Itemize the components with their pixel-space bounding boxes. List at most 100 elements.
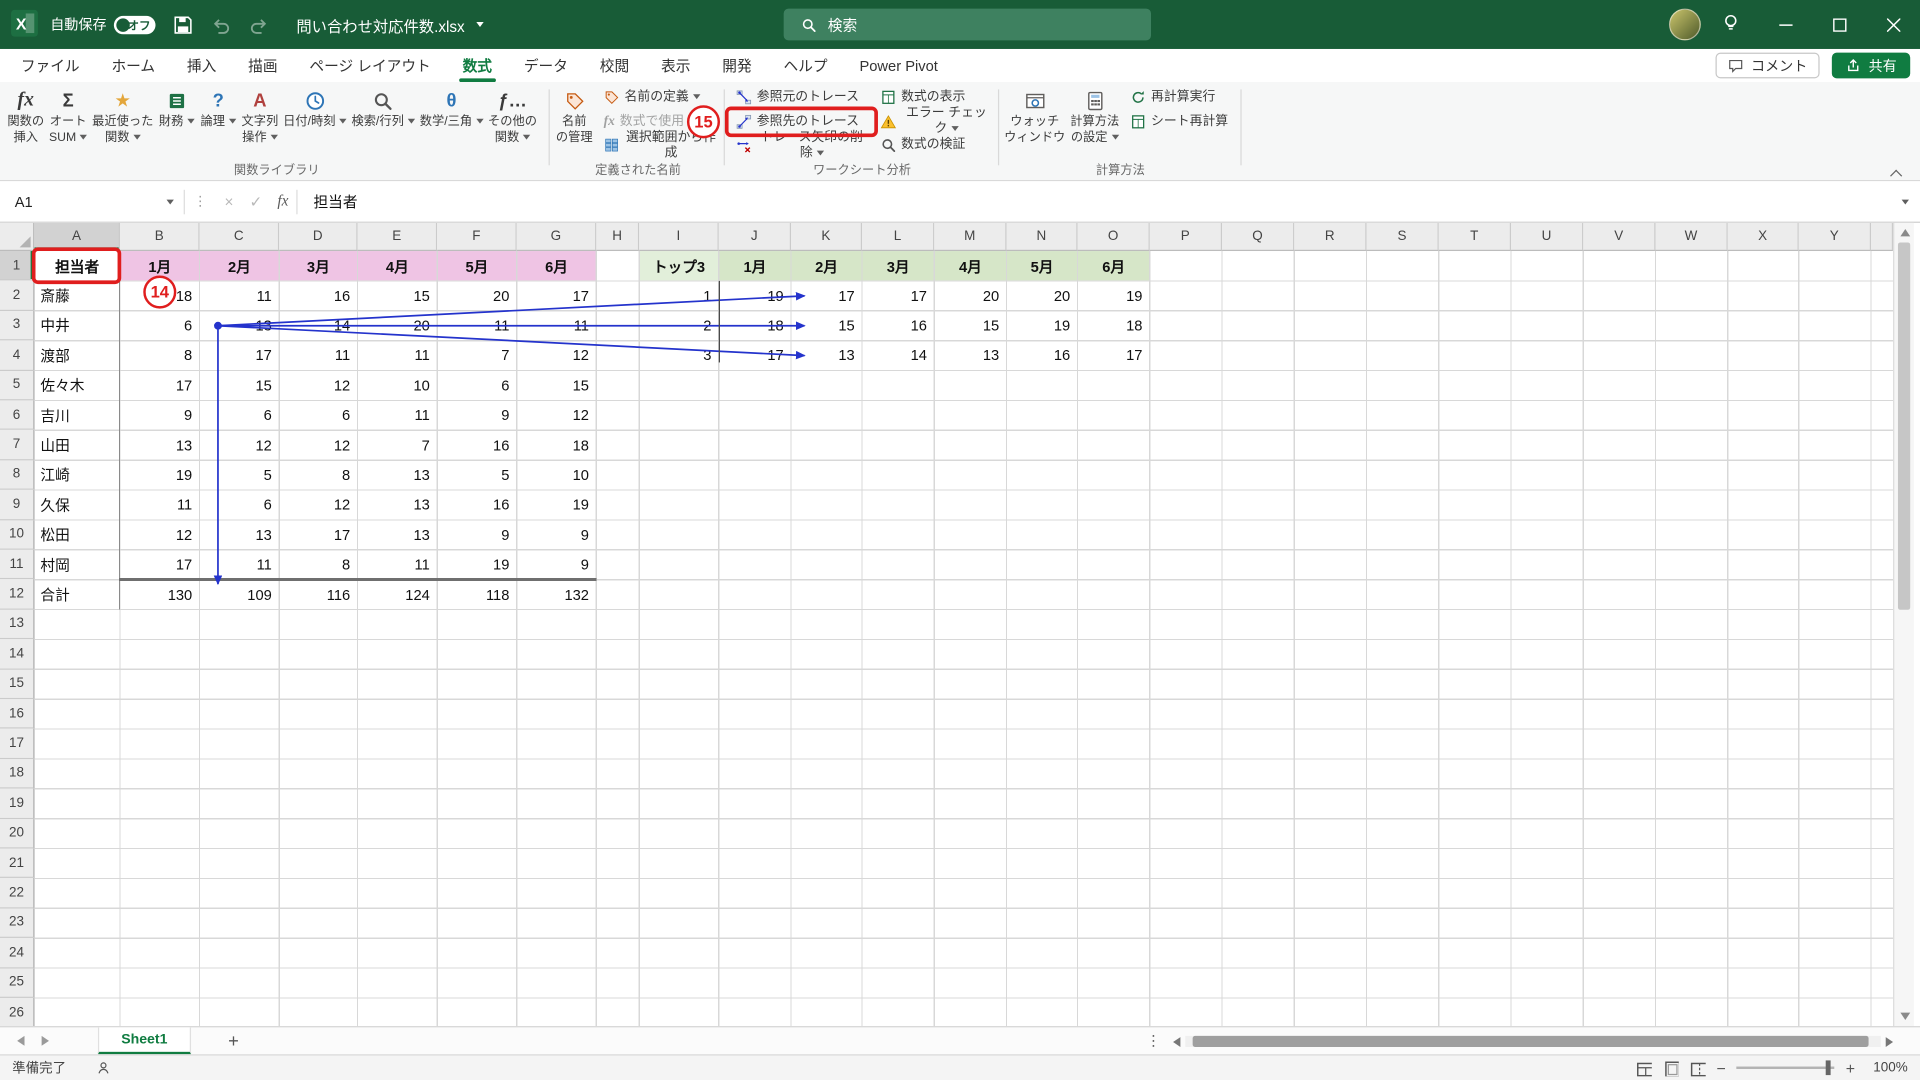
column-header-V[interactable]: V xyxy=(1583,222,1656,252)
cell-M4[interactable]: 13 xyxy=(934,341,1006,371)
cell-D10[interactable]: 17 xyxy=(279,520,357,550)
cell-A1[interactable]: 担当者 xyxy=(34,251,120,281)
cell-K2[interactable]: 17 xyxy=(791,281,862,311)
name-manager-button[interactable]: 名前 の管理 xyxy=(553,86,595,148)
cell-G6[interactable]: 12 xyxy=(517,400,597,430)
row-header-19[interactable]: 19 xyxy=(0,788,35,819)
column-header-J[interactable]: J xyxy=(718,222,792,252)
cell-A6[interactable]: 吉川 xyxy=(34,400,120,430)
cell-G7[interactable]: 18 xyxy=(517,430,597,460)
row-header-9[interactable]: 9 xyxy=(0,490,35,520)
tab-数式[interactable]: 数式 xyxy=(447,49,508,83)
page-layout-view-icon[interactable] xyxy=(1663,1060,1679,1076)
zoom-slider[interactable] xyxy=(1736,1060,1835,1076)
cell-F12[interactable]: 118 xyxy=(437,580,517,610)
cell-B2[interactable]: 18 xyxy=(120,281,200,311)
cell-M1[interactable]: 4月 xyxy=(934,251,1006,281)
cell-F9[interactable]: 16 xyxy=(437,490,517,520)
logical-button[interactable]: ? 論理 xyxy=(197,86,239,133)
cell-A7[interactable]: 山田 xyxy=(34,430,120,460)
cell-A4[interactable]: 渡部 xyxy=(34,341,120,371)
formula-bar-grip[interactable]: ⋮ xyxy=(185,193,216,210)
cell-J1[interactable]: 1月 xyxy=(719,251,791,281)
column-header-A[interactable]: A xyxy=(34,222,120,252)
horizontal-scroll-track[interactable] xyxy=(1185,1035,1881,1047)
calculation-options-button[interactable]: 計算方法 の設定 xyxy=(1068,86,1122,148)
row-header-18[interactable]: 18 xyxy=(0,758,35,789)
column-header-P[interactable]: P xyxy=(1149,222,1223,252)
tab-描画[interactable]: 描画 xyxy=(232,49,293,82)
cell-D2[interactable]: 16 xyxy=(279,281,357,311)
cell-C2[interactable]: 11 xyxy=(200,281,280,311)
column-header-Y[interactable]: Y xyxy=(1798,222,1872,252)
cell-G4[interactable]: 12 xyxy=(517,341,597,371)
cell-K1[interactable]: 2月 xyxy=(791,251,862,281)
comments-button[interactable]: コメント xyxy=(1715,52,1820,79)
more-functions-button[interactable]: ƒ… その他の 関数 xyxy=(486,86,540,148)
zoom-slider-knob[interactable] xyxy=(1826,1060,1832,1076)
text-functions-button[interactable]: A 文字列 操作 xyxy=(239,86,281,148)
insert-function-button[interactable]: fx 関数の 挿入 xyxy=(5,86,47,148)
cell-L1[interactable]: 3月 xyxy=(862,251,934,281)
cell-E12[interactable]: 124 xyxy=(358,580,438,610)
cell-A12[interactable]: 合計 xyxy=(34,580,120,610)
cell-C4[interactable]: 17 xyxy=(200,341,280,371)
tab-Power Pivot[interactable]: Power Pivot xyxy=(844,49,954,82)
column-header-K[interactable]: K xyxy=(791,222,863,252)
cell-D8[interactable]: 8 xyxy=(279,460,357,490)
lookup-reference-button[interactable]: 検索/行列 xyxy=(349,86,417,133)
horizontal-scrollbar[interactable] xyxy=(1173,1027,1894,1055)
cell-L2[interactable]: 17 xyxy=(862,281,934,311)
define-name-button[interactable]: 名前の定義 xyxy=(599,86,723,110)
row-header-7[interactable]: 7 xyxy=(0,430,35,461)
cell-F11[interactable]: 19 xyxy=(437,550,517,580)
zoom-level[interactable]: 100% xyxy=(1866,1060,1907,1075)
cell-A2[interactable]: 斎藤 xyxy=(34,281,120,311)
cell-I1[interactable]: トップ3 xyxy=(639,251,719,281)
trace-precedents-button[interactable]: 参照元のトレース xyxy=(731,86,872,110)
cell-M3[interactable]: 15 xyxy=(934,311,1006,341)
cell-M2[interactable]: 20 xyxy=(934,281,1006,311)
tab-校閲[interactable]: 校閲 xyxy=(584,49,645,82)
row-header-15[interactable]: 15 xyxy=(0,669,35,700)
cell-A8[interactable]: 江崎 xyxy=(34,460,120,490)
sheet-nav-left-icon[interactable] xyxy=(17,1035,25,1046)
cell-F6[interactable]: 9 xyxy=(437,400,517,430)
cell-E3[interactable]: 20 xyxy=(358,311,438,341)
cell-J2[interactable]: 19 xyxy=(719,281,791,311)
cell-E4[interactable]: 11 xyxy=(358,341,438,371)
cell-G11[interactable]: 9 xyxy=(517,550,597,580)
cell-E1[interactable]: 4月 xyxy=(358,251,438,281)
column-header-F[interactable]: F xyxy=(437,222,517,252)
share-button[interactable]: 共有 xyxy=(1831,52,1911,79)
lightbulb-icon[interactable] xyxy=(1720,12,1741,36)
cell-C1[interactable]: 2月 xyxy=(200,251,280,281)
accessibility-icon[interactable] xyxy=(96,1060,112,1076)
cell-N1[interactable]: 5月 xyxy=(1007,251,1078,281)
vertical-scroll-thumb[interactable] xyxy=(1897,242,1911,610)
row-header-20[interactable]: 20 xyxy=(0,818,35,849)
cell-N3[interactable]: 19 xyxy=(1007,311,1078,341)
tab-開発[interactable]: 開発 xyxy=(706,49,767,82)
cell-A3[interactable]: 中井 xyxy=(34,311,120,341)
cell-C8[interactable]: 5 xyxy=(200,460,280,490)
cell-D6[interactable]: 6 xyxy=(279,400,357,430)
cell-B10[interactable]: 12 xyxy=(120,520,200,550)
cell-E9[interactable]: 13 xyxy=(358,490,438,520)
cell-O1[interactable]: 6月 xyxy=(1078,251,1150,281)
cell-L3[interactable]: 16 xyxy=(862,311,934,341)
row-header-5[interactable]: 5 xyxy=(0,370,35,401)
cell-B7[interactable]: 13 xyxy=(120,430,200,460)
cell-E10[interactable]: 13 xyxy=(358,520,438,550)
cell-N4[interactable]: 16 xyxy=(1007,341,1078,371)
column-header-G[interactable]: G xyxy=(516,222,597,252)
tab-ヘルプ[interactable]: ヘルプ xyxy=(768,49,844,82)
autosave-switch[interactable]: オフ xyxy=(113,15,156,34)
column-header-S[interactable]: S xyxy=(1366,222,1439,252)
column-header-B[interactable]: B xyxy=(120,222,200,252)
insert-function-icon[interactable]: fx xyxy=(269,192,296,210)
tab-ページ レイアウト[interactable]: ページ レイアウト xyxy=(293,49,446,82)
tab-データ[interactable]: データ xyxy=(508,49,584,82)
row-header-25[interactable]: 25 xyxy=(0,968,35,998)
cancel-entry-icon[interactable]: × xyxy=(216,193,243,210)
